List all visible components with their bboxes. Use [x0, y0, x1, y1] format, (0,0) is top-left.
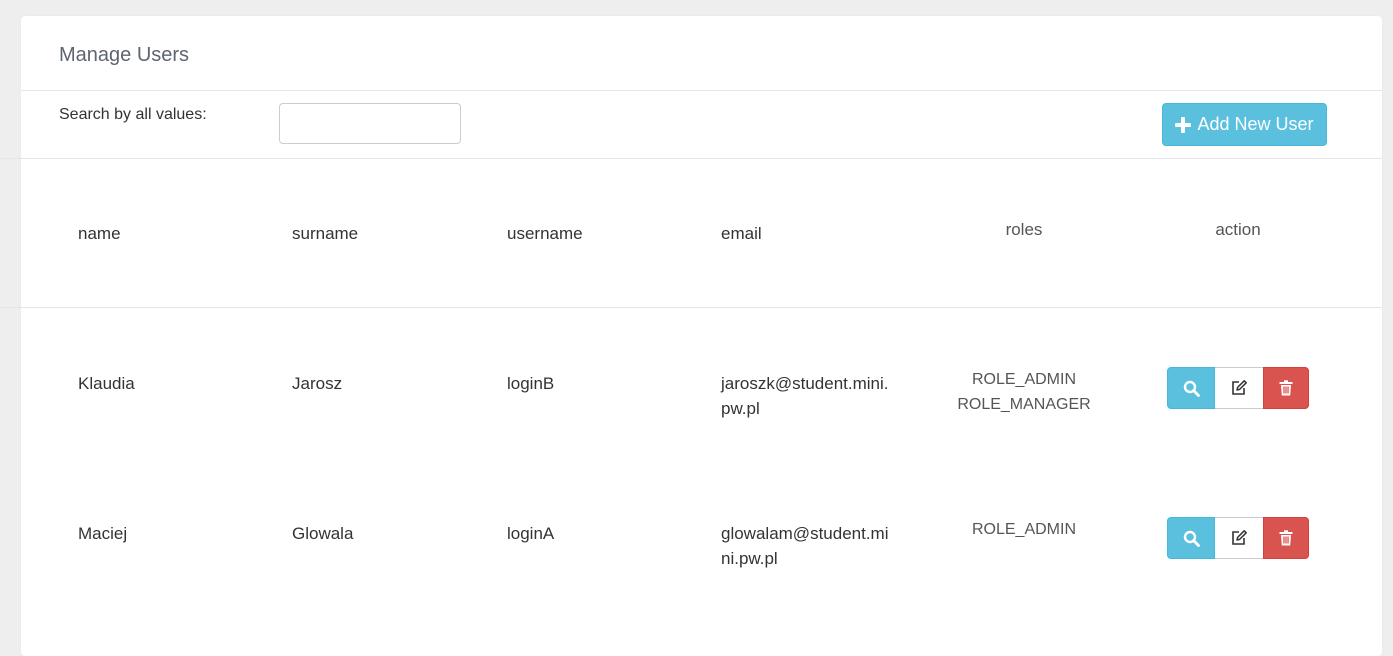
role-item: ROLE_ADMIN: [971, 371, 1077, 388]
column-header-email[interactable]: email: [721, 224, 762, 244]
cell-username: loginB: [507, 374, 555, 393]
cell-surname: Jarosz: [292, 374, 343, 393]
edit-user-button[interactable]: [1215, 517, 1263, 559]
add-new-user-label: Add New User: [1197, 114, 1314, 134]
column-header-action[interactable]: action: [1158, 220, 1318, 240]
column-header-username[interactable]: username: [507, 224, 583, 244]
cell-email-line: pw.pl: [721, 399, 760, 418]
add-new-user-button[interactable]: Add New User: [1162, 103, 1327, 146]
view-user-button[interactable]: [1167, 517, 1215, 559]
cell-roles: ROLE_ADMIN: [944, 517, 1104, 542]
edit-user-button[interactable]: [1215, 367, 1263, 409]
page-title: Manage Users: [59, 44, 190, 66]
view-user-button[interactable]: [1167, 367, 1215, 409]
edit-icon: [1232, 530, 1247, 545]
outer-divider-mid: [0, 307, 21, 308]
role-item: ROLE_MANAGER: [957, 396, 1091, 413]
search-icon: [1183, 530, 1200, 547]
row-actions: [1167, 367, 1309, 409]
row-actions: [1167, 517, 1309, 559]
search-label: Search by all values:: [59, 106, 207, 123]
cell-email-line: ni.pw.pl: [721, 549, 778, 568]
plus-icon: [1175, 116, 1192, 133]
outer-divider-top: [0, 158, 21, 159]
search-icon: [1183, 380, 1200, 397]
trash-icon: [1279, 380, 1293, 396]
cell-name: Klaudia: [78, 374, 135, 393]
cell-email-line: glowalam@student.mi: [721, 524, 889, 543]
toolbar-divider: [21, 158, 1382, 159]
cell-roles: ROLE_ADMIN ROLE_MANAGER: [944, 367, 1104, 417]
delete-user-button[interactable]: [1263, 517, 1309, 559]
title-divider: [21, 90, 1382, 91]
cell-username: loginA: [507, 524, 555, 543]
role-item: ROLE_ADMIN: [971, 521, 1077, 538]
header-divider: [21, 307, 1382, 308]
search-input[interactable]: [279, 103, 461, 144]
manage-users-card: Manage Users Search by all values: Add N…: [21, 16, 1382, 656]
edit-icon: [1232, 380, 1247, 395]
cell-email: jaroszk@student.mini. pw.pl: [721, 371, 889, 421]
cell-name: Maciej: [78, 524, 128, 543]
column-header-surname[interactable]: surname: [292, 224, 358, 244]
column-header-name[interactable]: name: [78, 224, 121, 244]
cell-email: glowalam@student.mi ni.pw.pl: [721, 521, 889, 571]
column-header-roles[interactable]: roles: [944, 220, 1104, 240]
cell-email-line: jaroszk@student.mini.: [721, 374, 889, 393]
delete-user-button[interactable]: [1263, 367, 1309, 409]
cell-surname: Glowala: [292, 524, 354, 543]
trash-icon: [1279, 530, 1293, 546]
